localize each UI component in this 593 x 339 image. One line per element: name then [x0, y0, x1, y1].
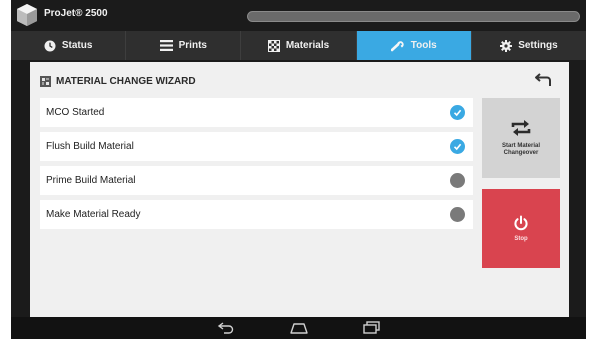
- wizard-step: Make Material Ready: [40, 200, 473, 229]
- tab-status-label: Status: [61, 40, 93, 51]
- back-arrow-icon[interactable]: [533, 70, 555, 90]
- wizard-step: Flush Build Material: [40, 132, 473, 161]
- wrench-icon: [390, 40, 404, 51]
- tab-tools[interactable]: Tools: [356, 31, 472, 60]
- tab-materials[interactable]: Materials: [241, 31, 357, 60]
- power-icon: [514, 215, 528, 231]
- wizard-step: MCO Started: [40, 98, 473, 127]
- app-title: ProJet® 2500: [44, 8, 108, 19]
- tab-prints-label: Prints: [178, 40, 207, 51]
- step-label: Flush Build Material: [46, 141, 134, 152]
- tab-status[interactable]: Status: [11, 31, 127, 60]
- checker-icon: [267, 39, 280, 52]
- tab-settings-label: Settings: [518, 40, 558, 51]
- tab-tools-label: Tools: [410, 40, 437, 51]
- wizard-header: MATERIAL CHANGE WIZARD: [40, 70, 196, 92]
- start-material-changeover-label: Start Material Changeover: [501, 142, 540, 157]
- recent-apps-nav-icon[interactable]: [361, 320, 383, 336]
- check-icon: [450, 105, 465, 120]
- wizard-title: MATERIAL CHANGE WIZARD: [56, 75, 196, 87]
- projet-logo-icon: [17, 4, 37, 26]
- gear-icon: [500, 39, 513, 52]
- stop-label: Stop: [514, 236, 528, 242]
- clock-icon: [44, 40, 56, 51]
- pending-dot-icon: [450, 207, 465, 222]
- start-material-changeover-button[interactable]: Start Material Changeover: [482, 98, 560, 178]
- tab-prints[interactable]: Prints: [126, 31, 242, 60]
- step-label: MCO Started: [46, 107, 105, 118]
- android-nav-bar: [11, 317, 586, 339]
- tab-materials-label: Materials: [285, 40, 330, 51]
- tools-panel: MATERIAL CHANGE WIZARD MCO Started Flush…: [30, 62, 569, 317]
- title-bar: ProJet® 2500: [11, 0, 586, 30]
- stop-button[interactable]: Stop: [482, 189, 560, 268]
- wizard-icon: [40, 75, 51, 87]
- refresh-arrows-icon: [511, 119, 531, 136]
- step-label: Prime Build Material: [46, 175, 136, 186]
- tab-settings[interactable]: Settings: [472, 31, 586, 60]
- pending-dot-icon: [450, 173, 465, 188]
- home-nav-icon[interactable]: [288, 320, 310, 336]
- device-screen: ProJet® 2500 Status Prints Materials Too…: [11, 0, 586, 339]
- tab-bar: Status Prints Materials Tools Settings: [11, 31, 586, 60]
- wizard-steps: MCO Started Flush Build Material Prime B…: [40, 98, 473, 234]
- list-icon: [159, 40, 173, 51]
- wizard-step: Prime Build Material: [40, 166, 473, 195]
- job-progress-bar: [247, 11, 580, 22]
- step-label: Make Material Ready: [46, 209, 141, 220]
- check-icon: [450, 139, 465, 154]
- back-nav-icon[interactable]: [215, 320, 237, 336]
